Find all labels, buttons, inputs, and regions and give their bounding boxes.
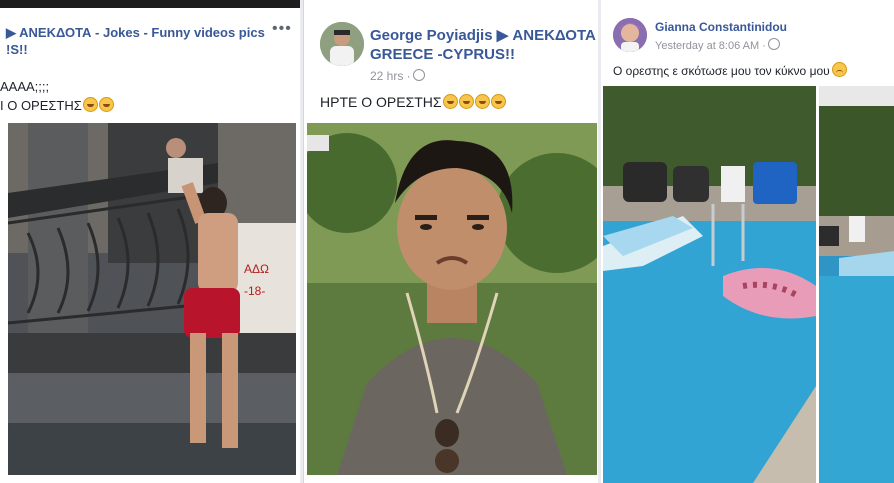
sad-emoji-icon [831,62,847,77]
man-frowning-photo-icon [307,123,597,475]
globe-icon [767,38,780,50]
avatar-photo-icon [613,18,647,52]
post-timestamp[interactable]: Yesterday at 8:06 AM · [655,38,780,52]
pool-with-swan-float-photo-icon [603,86,816,483]
author-name[interactable]: George Poyiadjis ▶ ΑΝΕΚΔΟΤΑ GREECE -CYPR… [370,26,598,64]
avatar-photo-icon [320,22,364,66]
timestamp-text[interactable]: 22 hrs · [370,69,411,83]
group-title[interactable]: ▶ ΑΝΕΚΔΟΤΑ - Jokes - Funny videos pics !… [6,24,266,58]
svg-text:ΑΔΩ: ΑΔΩ [244,262,269,276]
post-text: ΗΡΤΕ Ο ΟΡΕΣΤΗΣ [320,94,506,110]
author-name-line-1[interactable]: George Poyiadjis ▶ ΑΝΕΚΔΟΤΑ [370,27,596,44]
group-title-line-2[interactable]: !S!! [6,42,28,57]
post-photo[interactable] [603,86,816,483]
post-text-line-2-text: Ι Ο ΟΡΕΣΤΗΣ [0,98,82,113]
post-panel-2: George Poyiadjis ▶ ΑΝΕΚΔΟΤΑ GREECE -CYPR… [303,0,600,483]
laughing-emoji-icon [490,94,506,109]
post-text-line-2: Ι Ο ΟΡΕΣΤΗΣ [0,97,114,113]
group-title-line-1[interactable]: ▶ ΑΝΕΚΔΟΤΑ - Jokes - Funny videos pics [6,25,265,40]
top-bar [0,0,300,8]
laughing-emoji-icon [474,94,490,109]
man-climbing-balcony-photo-icon: ΑΔΩ -18- [8,123,296,475]
post-text-content: ΗΡΤΕ Ο ΟΡΕΣΤΗΣ [320,94,442,110]
post-text-content: Ο ορεστης ε σκότωσε μου τον κύκνο μου [613,64,830,78]
svg-text:-18-: -18- [244,284,265,298]
author-avatar[interactable] [320,22,364,66]
post-photo[interactable] [307,123,597,475]
pool-photo-icon [819,86,894,483]
post-timestamp[interactable]: 22 hrs · [370,69,425,83]
globe-icon [412,69,425,81]
post-text: Ο ορεστης ε σκότωσε μου τον κύκνο μου [613,62,847,78]
timestamp-text[interactable]: Yesterday at 8:06 AM · [655,40,766,52]
more-options-icon[interactable]: ••• [272,20,292,38]
author-name-line-2[interactable]: GREECE -CYPRUS!! [370,46,515,63]
post-panel-3: Gianna Constantinidou Yesterday at 8:06 … [601,0,894,483]
laughing-emoji-icon [82,97,98,112]
laughing-emoji-icon [442,94,458,109]
post-panel-1: ▶ ΑΝΕΚΔΟΤΑ - Jokes - Funny videos pics !… [0,0,300,483]
post-photo-2[interactable] [819,86,894,483]
post-photo[interactable]: ΑΔΩ -18- [8,123,296,475]
laughing-emoji-icon [458,94,474,109]
author-avatar[interactable] [613,18,647,52]
author-name[interactable]: Gianna Constantinidou [655,20,787,34]
laughing-emoji-icon [98,97,114,112]
post-text-line-1: AAAA;;;; [0,79,50,94]
